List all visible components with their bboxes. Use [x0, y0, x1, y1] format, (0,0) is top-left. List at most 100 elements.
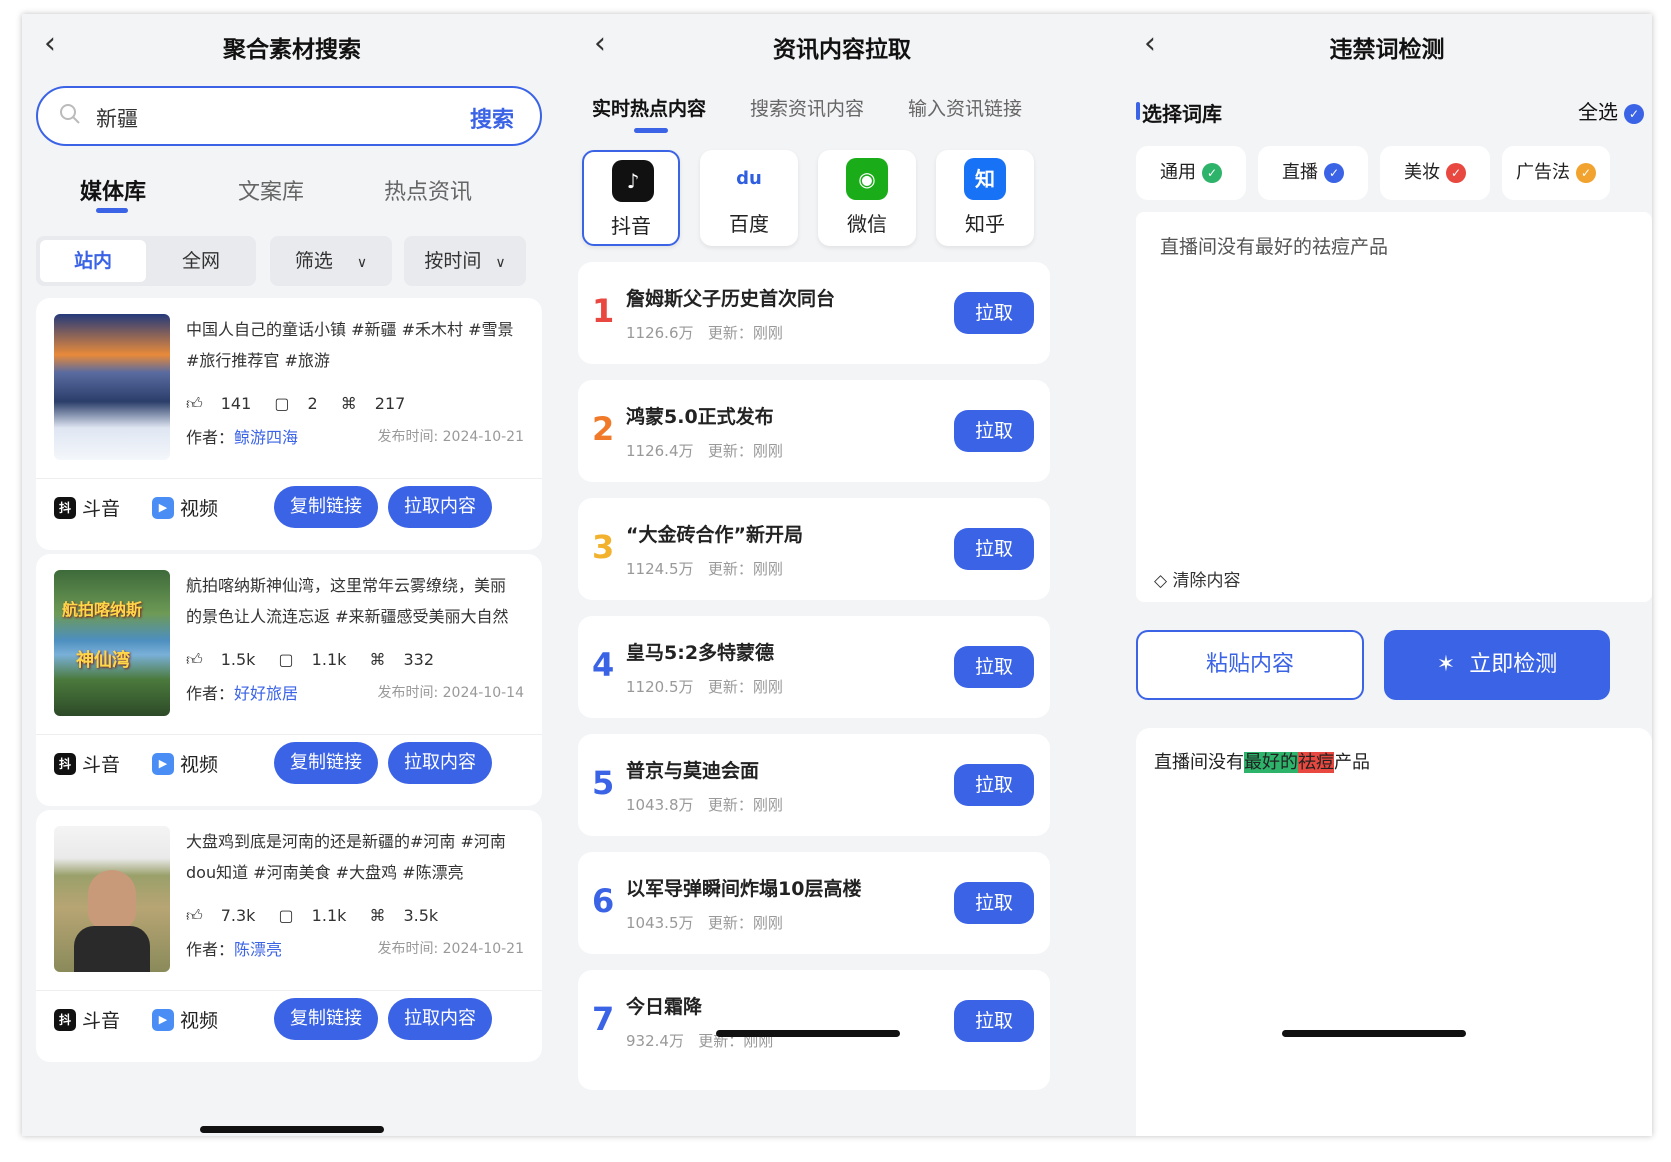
search-box[interactable]: 新疆 搜索 — [36, 86, 542, 146]
platform-label: 微信 — [847, 212, 887, 236]
chip-label: 直播 — [1282, 162, 1318, 183]
copy-link-button[interactable]: 复制链接 — [274, 998, 378, 1040]
rank-number: 3 — [592, 528, 615, 566]
tab-realtime-hot[interactable]: 实时热点内容 — [592, 94, 706, 121]
platform-tile-douyin[interactable]: ♪ 抖音 — [582, 150, 680, 246]
sort-dropdown[interactable]: 按时间 ∨ — [404, 236, 526, 286]
pull-button[interactable]: 拉取 — [954, 410, 1034, 452]
platform-tags: 抖斗音 ▶ 视频 — [54, 750, 218, 777]
chip-general[interactable]: 通用 ✓ — [1136, 146, 1246, 200]
hot-meta: 1124.5万 更新：刚刚 — [626, 558, 783, 579]
section-marker — [1136, 102, 1140, 120]
platform-tile-zhihu[interactable]: 知 知乎 — [936, 150, 1034, 246]
check-icon: ✓ — [1446, 163, 1466, 183]
share-count: 217 — [374, 394, 406, 413]
sort-label: 按时间 — [424, 250, 482, 272]
video-thumbnail[interactable] — [54, 314, 170, 460]
type-label: 视频 — [180, 754, 219, 776]
card-description: 航拍喀纳斯神仙湾，这里常年云雾缭绕，美丽的景色让人流连忘返 #来新疆感受美丽大自… — [186, 576, 509, 626]
pull-content-button[interactable]: 拉取内容 — [388, 486, 492, 528]
active-tab-indicator — [96, 208, 128, 213]
like-icon: 👍︎ — [186, 394, 203, 413]
tab-search-news[interactable]: 搜索资讯内容 — [750, 94, 864, 121]
paste-content-button[interactable]: 粘贴内容 — [1136, 630, 1364, 700]
content-textarea[interactable]: 直播间没有最好的祛痘产品 ◇ 清除内容 — [1136, 212, 1652, 602]
tab-input-link[interactable]: 输入资讯链接 — [908, 94, 1022, 121]
share-icon: ⌘ — [369, 906, 386, 925]
divider — [36, 990, 542, 991]
rank-number: 1 — [592, 292, 615, 330]
chip-ad-law[interactable]: 广告法 ✓ — [1502, 146, 1610, 200]
pull-button[interactable]: 拉取 — [954, 1000, 1034, 1042]
card-description: 大盘鸡到底是河南的还是新疆的#河南 #河南dou知道 #河南美食 #大盘鸡 #陈… — [186, 832, 506, 882]
top-bar: ‹ 资讯内容拉取 — [572, 14, 1112, 74]
page-title: 资讯内容拉取 — [773, 37, 911, 63]
detect-now-button[interactable]: ✶ 立即检测 — [1384, 630, 1610, 700]
card-stats: 👍︎ 1.5k ▢ 1.1k ⌘ 332 — [186, 650, 452, 670]
screenshot-frame: ‹ 聚合素材搜索 新疆 搜索 媒体库 文案库 热点资讯 站内 全网 筛选 ∨ 按… — [22, 14, 1652, 1136]
filter-dropdown[interactable]: 筛选 ∨ — [270, 236, 392, 286]
pull-button[interactable]: 拉取 — [954, 764, 1034, 806]
author-link[interactable]: 陈漂亮 — [234, 940, 282, 959]
author-link[interactable]: 好好旅居 — [234, 684, 298, 703]
share-count: 3.5k — [403, 906, 439, 925]
video-thumbnail[interactable]: 航拍喀纳斯 神仙湾 — [54, 570, 170, 716]
video-thumbnail[interactable] — [54, 826, 170, 972]
card-author: 作者：好好旅居 — [186, 680, 298, 704]
tab-media-library[interactable]: 媒体库 — [80, 174, 146, 206]
clear-content-button[interactable]: ◇ 清除内容 — [1154, 566, 1240, 591]
pull-button[interactable]: 拉取 — [954, 528, 1034, 570]
select-all-label: 全选 — [1578, 100, 1618, 124]
author-label: 作者： — [186, 428, 235, 447]
thumbnail-caption: 航拍喀纳斯 — [62, 600, 143, 619]
pull-button[interactable]: 拉取 — [954, 882, 1034, 924]
chip-live[interactable]: 直播 ✓ — [1258, 146, 1368, 200]
segment-site[interactable]: 站内 — [40, 240, 146, 282]
home-indicator — [1282, 1030, 1466, 1037]
filter-label: 筛选 — [294, 250, 333, 272]
pull-button[interactable]: 拉取 — [954, 646, 1034, 688]
chip-beauty[interactable]: 美妆 ✓ — [1380, 146, 1490, 200]
platform-label: 斗音 — [82, 1010, 121, 1032]
tab-hot-news[interactable]: 热点资讯 — [384, 174, 472, 206]
rank-number: 6 — [592, 882, 615, 920]
pull-content-button[interactable]: 拉取内容 — [388, 998, 492, 1040]
copy-link-button[interactable]: 复制链接 — [274, 486, 378, 528]
heat-value: 1124.5万 — [626, 560, 694, 578]
pull-content-button[interactable]: 拉取内容 — [388, 742, 492, 784]
share-count: 332 — [403, 650, 435, 669]
page-title: 违禁词检测 — [1329, 37, 1445, 63]
check-icon: ✓ — [1324, 163, 1344, 183]
comment-count: 1.1k — [311, 650, 347, 669]
hot-title: 普京与莫迪会面 — [626, 760, 760, 782]
platform-tile-wechat[interactable]: ◉ 微信 — [818, 150, 916, 246]
platform-label: 百度 — [729, 212, 769, 236]
chip-label: 美妆 — [1404, 162, 1440, 183]
platform-label: 知乎 — [965, 212, 1005, 236]
result-plain: 产品 — [1334, 752, 1370, 773]
baidu-icon: du — [728, 158, 770, 200]
author-link[interactable]: 鲸游四海 — [234, 428, 298, 447]
search-button[interactable]: 搜索 — [470, 102, 514, 134]
library-tabs: 媒体库 文案库 热点资讯 — [22, 174, 562, 224]
detection-result: 直播间没有最好的祛痘产品 — [1136, 728, 1652, 1136]
select-all-toggle[interactable]: 全选 ✓ — [1578, 96, 1644, 125]
platform-label: 斗音 — [82, 498, 121, 520]
divider — [36, 734, 542, 735]
update-time: 更新：刚刚 — [707, 442, 783, 460]
publish-date: 发布时间: 2024-10-14 — [377, 685, 524, 701]
tab-copy-library[interactable]: 文案库 — [238, 174, 304, 206]
like-count: 1.5k — [220, 650, 256, 669]
news-tabs: 实时热点内容 搜索资讯内容 输入资讯链接 — [572, 94, 1112, 144]
pull-button[interactable]: 拉取 — [954, 292, 1034, 334]
copy-link-button[interactable]: 复制链接 — [274, 742, 378, 784]
check-icon: ✓ — [1576, 163, 1596, 183]
platform-tile-baidu[interactable]: du 百度 — [700, 150, 798, 246]
segment-web[interactable]: 全网 — [148, 240, 254, 282]
divider — [36, 478, 542, 479]
wechat-icon: ◉ — [846, 158, 888, 200]
search-input[interactable]: 新疆 — [96, 103, 138, 133]
hot-item: 5 普京与莫迪会面 1043.8万 更新：刚刚 拉取 — [578, 734, 1050, 836]
like-icon: 👍︎ — [186, 906, 203, 925]
share-icon: ⌘ — [369, 650, 386, 669]
